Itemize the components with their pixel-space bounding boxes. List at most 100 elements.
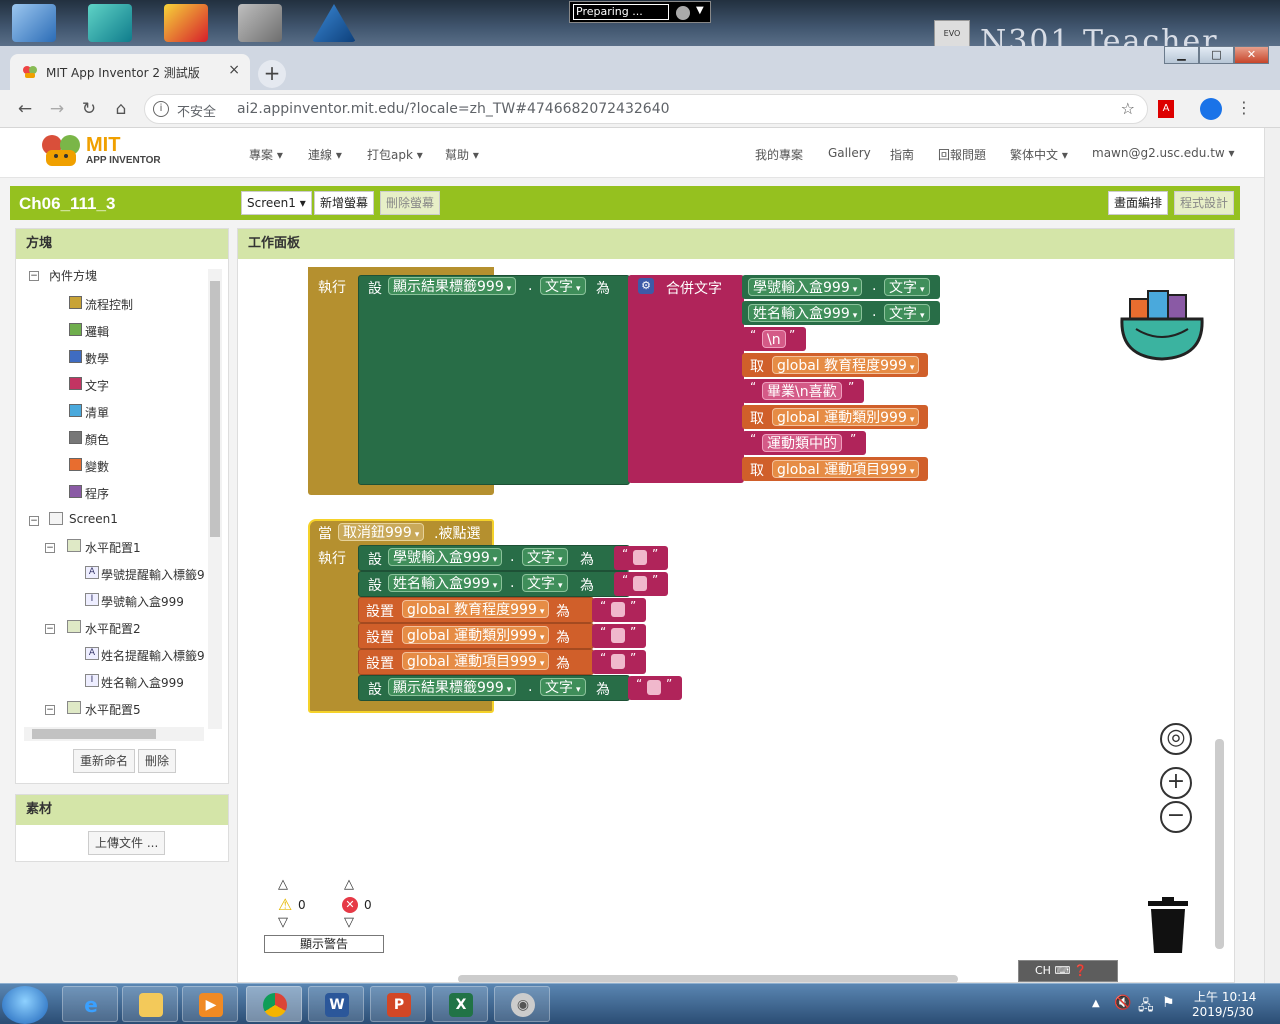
tree-item-hbox5[interactable]: 水平配置5 bbox=[85, 701, 141, 718]
join-block[interactable] bbox=[628, 275, 744, 483]
empty-string-slot[interactable] bbox=[611, 654, 625, 669]
backpack-icon[interactable] bbox=[1116, 279, 1210, 363]
menu-language[interactable]: 繁体中文 ▾ bbox=[1010, 146, 1068, 163]
menu-connect[interactable]: 連線 ▾ bbox=[308, 146, 342, 163]
property-dropdown[interactable]: 文字 ▾ bbox=[522, 548, 568, 566]
clock-time[interactable]: 上午 10:14 bbox=[1194, 988, 1256, 1005]
app-inventor-logo-icon[interactable] bbox=[38, 132, 84, 170]
workspace-horizontal-scrollbar[interactable] bbox=[458, 975, 958, 982]
show-warnings-button[interactable]: 顯示警告 bbox=[264, 935, 384, 953]
tree-vertical-scrollbar[interactable] bbox=[208, 269, 222, 729]
text-value[interactable]: 運動類中的 bbox=[762, 434, 842, 452]
tree-item-screen1[interactable]: Screen1 bbox=[69, 512, 118, 526]
warning-down-arrow-icon[interactable]: ▽ bbox=[278, 915, 288, 930]
trash-icon[interactable] bbox=[1146, 897, 1190, 953]
button-dropdown[interactable]: 取消鈕999 ▾ bbox=[338, 523, 425, 541]
home-icon[interactable]: ⌂ bbox=[110, 98, 132, 120]
screen-select[interactable]: Screen1 ▾ bbox=[241, 191, 312, 215]
recenter-icon[interactable]: ◎ bbox=[1160, 723, 1192, 755]
menu-report[interactable]: 回報問題 bbox=[938, 146, 986, 163]
restaurant-app-icon[interactable] bbox=[164, 4, 208, 42]
excel-taskbar-button[interactable]: X bbox=[432, 986, 488, 1022]
component-dropdown[interactable]: 姓名輸入盒999 ▾ bbox=[748, 304, 863, 322]
component-dropdown[interactable]: 學號輸入盒999 ▾ bbox=[748, 278, 863, 296]
powerpoint-taskbar-button[interactable]: P bbox=[370, 986, 426, 1022]
media-taskbar-button[interactable]: ▶ bbox=[182, 986, 238, 1022]
menu-build[interactable]: 打包apk ▾ bbox=[367, 146, 423, 163]
tree-item-id-label[interactable]: 學號提醒輸入標籤9 bbox=[101, 566, 205, 583]
ie-taskbar-button[interactable]: e bbox=[62, 986, 118, 1022]
tree-item-hbox1[interactable]: 水平配置1 bbox=[85, 539, 141, 556]
menu-my-projects[interactable]: 我的專案 bbox=[755, 146, 803, 163]
page-vertical-scrollbar[interactable] bbox=[1264, 128, 1280, 983]
warning-up-arrow-icon[interactable]: △ bbox=[278, 877, 288, 892]
collapse-toggle-icon[interactable]: − bbox=[29, 271, 39, 281]
collapse-toggle-icon[interactable]: − bbox=[45, 705, 55, 715]
variable-dropdown[interactable]: global 教育程度999 ▾ bbox=[772, 356, 920, 374]
acrobat-extension-icon[interactable]: A bbox=[1158, 100, 1174, 118]
zoom-in-icon[interactable]: + bbox=[1160, 767, 1192, 799]
reload-icon[interactable]: ↻ bbox=[78, 98, 100, 120]
tree-item-colors[interactable]: 顏色 bbox=[85, 431, 109, 448]
tree-item-control[interactable]: 流程控制 bbox=[85, 296, 133, 313]
property-dropdown[interactable]: 文字 ▾ bbox=[540, 678, 586, 696]
variable-dropdown[interactable]: global 運動類別999 ▾ bbox=[772, 408, 920, 426]
workspace-vertical-scrollbar[interactable] bbox=[1215, 739, 1224, 949]
rename-button[interactable]: 重新命名 bbox=[73, 749, 136, 773]
target-component-dropdown[interactable]: 顯示結果標籤999 ▾ bbox=[388, 277, 517, 295]
property-dropdown[interactable]: 文字 ▾ bbox=[522, 574, 568, 592]
mutator-gear-icon[interactable]: ⚙ bbox=[638, 278, 654, 294]
preparing-widget[interactable]: Preparing ... ▼ bbox=[569, 1, 711, 23]
designer-button[interactable]: 畫面編排 bbox=[1108, 191, 1169, 215]
variable-dropdown[interactable]: global 運動類別999 ▾ bbox=[402, 626, 550, 644]
back-icon[interactable]: ← bbox=[14, 98, 36, 120]
address-bar[interactable]: i 不安全 ai2.appinventor.mit.edu/?locale=zh… bbox=[144, 94, 1148, 124]
new-tab-button[interactable]: + bbox=[258, 60, 286, 88]
bookmark-star-icon[interactable]: ☆ bbox=[1121, 99, 1135, 118]
text-value[interactable]: \n bbox=[762, 330, 786, 348]
tree-item-lists[interactable]: 清單 bbox=[85, 404, 109, 421]
network-icon[interactable]: 🖧 bbox=[1138, 995, 1154, 1019]
collapse-toggle-icon[interactable]: − bbox=[45, 543, 55, 553]
blocks-editor-button[interactable]: 程式設計 bbox=[1174, 191, 1235, 215]
browser-tab[interactable]: MIT App Inventor 2 測試版 × bbox=[10, 54, 250, 90]
info-icon[interactable]: i bbox=[153, 101, 169, 117]
profile-avatar-icon[interactable] bbox=[1200, 98, 1222, 120]
word-taskbar-button[interactable]: W bbox=[308, 986, 364, 1022]
tree-item-hbox2[interactable]: 水平配置2 bbox=[85, 620, 141, 637]
tray-expand-icon[interactable]: ▲ bbox=[1092, 998, 1100, 1009]
tree-item-name-textbox[interactable]: 姓名輸入盒999 bbox=[101, 674, 184, 691]
close-window-button[interactable]: ✕ bbox=[1234, 46, 1269, 64]
menu-guide[interactable]: 指南 bbox=[890, 146, 914, 163]
tree-item-text[interactable]: 文字 bbox=[85, 377, 109, 394]
collapse-toggle-icon[interactable]: − bbox=[45, 624, 55, 634]
chrome-taskbar-button[interactable] bbox=[246, 986, 302, 1022]
scroll-thumb[interactable] bbox=[32, 729, 156, 739]
tree-item-procedures[interactable]: 程序 bbox=[85, 485, 109, 502]
property-dropdown[interactable]: 文字 ▾ bbox=[884, 278, 930, 296]
tab-close-icon[interactable]: × bbox=[228, 62, 240, 78]
text-value[interactable]: 畢業\n喜歡 bbox=[762, 382, 842, 400]
error-down-arrow-icon[interactable]: ▽ bbox=[344, 915, 354, 930]
empty-string-slot[interactable] bbox=[647, 680, 661, 695]
delete-button[interactable]: 刪除 bbox=[138, 749, 177, 773]
browser-menu-icon[interactable]: ⋮ bbox=[1236, 98, 1252, 117]
tree-horizontal-scrollbar[interactable] bbox=[24, 727, 204, 741]
variable-dropdown[interactable]: global 運動項目999 ▾ bbox=[772, 460, 920, 478]
menu-account[interactable]: mawn@g2.usc.edu.tw ▾ bbox=[1092, 146, 1235, 160]
menu-gallery[interactable]: Gallery bbox=[828, 146, 871, 160]
tree-item-math[interactable]: 數學 bbox=[85, 350, 109, 367]
empty-string-slot[interactable] bbox=[611, 602, 625, 617]
upload-file-button[interactable]: 上傳文件 ... bbox=[88, 831, 166, 855]
url-text[interactable]: ai2.appinventor.mit.edu/?locale=zh_TW#47… bbox=[237, 101, 670, 117]
empty-string-slot[interactable] bbox=[633, 576, 647, 591]
component-dropdown[interactable]: 學號輸入盒999 ▾ bbox=[388, 548, 503, 566]
tree-item-logic[interactable]: 邏輯 bbox=[85, 323, 109, 340]
error-up-arrow-icon[interactable]: △ bbox=[344, 877, 354, 892]
explorer-taskbar-button[interactable] bbox=[122, 986, 178, 1022]
tree-item-variables[interactable]: 變數 bbox=[85, 458, 109, 475]
ime-language[interactable]: CH bbox=[1035, 964, 1051, 977]
empty-string-slot[interactable] bbox=[611, 628, 625, 643]
remove-screen-button[interactable]: 刪除螢幕 bbox=[380, 191, 441, 215]
minimize-button[interactable]: ▁ bbox=[1164, 46, 1199, 64]
